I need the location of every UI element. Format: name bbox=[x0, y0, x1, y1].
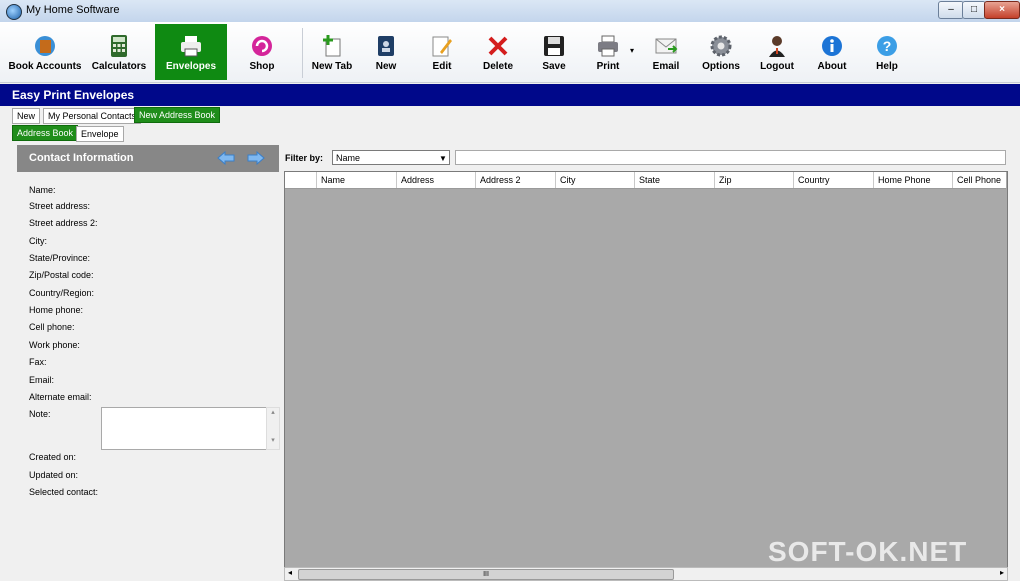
print-dropdown-icon[interactable]: ▾ bbox=[630, 46, 634, 55]
toolbar-separator bbox=[302, 28, 303, 78]
street-address-2-label: Street address 2: bbox=[29, 218, 98, 228]
column-header-zip[interactable]: Zip bbox=[714, 172, 794, 188]
book-accounts-icon bbox=[33, 34, 57, 58]
cell-phone-label: Cell phone: bbox=[29, 322, 75, 332]
column-header-city[interactable]: City bbox=[555, 172, 635, 188]
updated-on-label: Updated on: bbox=[29, 470, 79, 480]
save-button[interactable]: Save bbox=[530, 24, 578, 80]
print-button[interactable]: Print bbox=[584, 24, 632, 80]
country-region-label: Country/Region: bbox=[29, 288, 95, 298]
app-icon bbox=[6, 4, 22, 20]
work-phone-label: Work phone: bbox=[29, 340, 80, 350]
maximize-button[interactable]: □ bbox=[962, 1, 986, 19]
note-scrollbar[interactable]: ▴ ▾ bbox=[266, 407, 280, 450]
tab-new-address-book[interactable]: New Address Book bbox=[134, 107, 221, 123]
print-icon bbox=[596, 34, 620, 58]
calculators-button[interactable]: Calculators bbox=[88, 24, 150, 80]
save-icon bbox=[542, 34, 566, 58]
created-on-label: Created on: bbox=[29, 452, 77, 462]
minimize-button[interactable]: – bbox=[938, 1, 964, 19]
about-button[interactable]: About bbox=[808, 24, 856, 80]
column-header-country[interactable]: Country bbox=[793, 172, 873, 188]
fax-label: Fax: bbox=[29, 357, 47, 367]
scrollbar-thumb[interactable]: III bbox=[298, 569, 674, 580]
svg-text:?: ? bbox=[883, 38, 892, 54]
tab-my-personal-contacts[interactable]: My Personal Contacts bbox=[43, 108, 142, 124]
filter-input[interactable] bbox=[455, 150, 1006, 165]
email-icon bbox=[654, 34, 678, 58]
filter-dropdown[interactable]: Name bbox=[332, 150, 450, 165]
column-header-home-phone[interactable]: Home Phone bbox=[873, 172, 952, 188]
column-header-cell-phone[interactable]: Cell Phone bbox=[952, 172, 1007, 188]
chevron-down-icon[interactable]: ▼ bbox=[439, 154, 447, 163]
selected-contact-label: Selected contact: bbox=[29, 487, 99, 497]
logout-button[interactable]: Logout bbox=[752, 24, 802, 80]
column-header-state[interactable]: State bbox=[634, 172, 714, 188]
envelopes-button[interactable]: Envelopes bbox=[155, 24, 227, 80]
note-textarea[interactable] bbox=[101, 407, 267, 450]
alternate-email-label: Alternate email: bbox=[29, 392, 92, 402]
subtab-envelope[interactable]: Envelope bbox=[76, 126, 124, 142]
state-province-label: State/Province: bbox=[29, 253, 91, 263]
column-header-address-2[interactable]: Address 2 bbox=[475, 172, 555, 188]
help-icon: ? bbox=[875, 34, 899, 58]
printer-icon bbox=[179, 34, 203, 58]
watermark: SOFT-OK.NET bbox=[768, 536, 968, 567]
new-icon bbox=[374, 34, 398, 58]
close-button[interactable]: × bbox=[984, 1, 1020, 19]
email-label: Email: bbox=[29, 375, 55, 385]
contact-title: Contact Information bbox=[29, 152, 134, 164]
email-button[interactable]: Email bbox=[642, 24, 690, 80]
edit-icon bbox=[430, 34, 454, 58]
name-label: Name: bbox=[29, 185, 56, 195]
street-address-label: Street address: bbox=[29, 201, 91, 211]
module-title: Easy Print Envelopes bbox=[12, 88, 135, 102]
city-label: City: bbox=[29, 236, 47, 246]
column-header-name[interactable]: Name bbox=[316, 172, 396, 188]
home-phone-label: Home phone: bbox=[29, 305, 84, 315]
window-title: My Home Software bbox=[26, 4, 120, 16]
help-button[interactable]: ? Help bbox=[864, 24, 910, 80]
module-header bbox=[0, 84, 1020, 106]
tab-new[interactable]: New bbox=[12, 108, 41, 124]
gear-icon bbox=[709, 34, 733, 58]
zip-postal-code-label: Zip/Postal code: bbox=[29, 270, 94, 280]
shop-icon bbox=[250, 34, 274, 58]
delete-icon bbox=[486, 34, 510, 58]
previous-arrow-icon[interactable] bbox=[216, 150, 236, 166]
column-header-address[interactable]: Address bbox=[396, 172, 476, 188]
calculator-icon bbox=[107, 34, 131, 58]
edit-button[interactable]: Edit bbox=[418, 24, 466, 80]
toolbar: Book Accounts Calculators Envelopes Shop… bbox=[0, 22, 1020, 83]
options-button[interactable]: Options bbox=[696, 24, 746, 80]
new-button[interactable]: New bbox=[362, 24, 410, 80]
logout-icon bbox=[765, 34, 789, 58]
filter-label: Filter by: bbox=[285, 153, 324, 163]
book-accounts-button[interactable]: Book Accounts bbox=[6, 24, 84, 80]
title-bar bbox=[0, 0, 1020, 23]
contacts-grid[interactable] bbox=[284, 171, 1008, 569]
subtab-address-book[interactable]: Address Book bbox=[12, 125, 79, 141]
note-label: Note: bbox=[29, 409, 51, 419]
new-tab-button[interactable]: New Tab bbox=[306, 24, 358, 80]
new-tab-icon bbox=[320, 34, 344, 58]
info-icon bbox=[820, 34, 844, 58]
shop-button[interactable]: Shop bbox=[232, 24, 292, 80]
delete-button[interactable]: Delete bbox=[474, 24, 522, 80]
next-arrow-icon[interactable] bbox=[246, 150, 266, 166]
